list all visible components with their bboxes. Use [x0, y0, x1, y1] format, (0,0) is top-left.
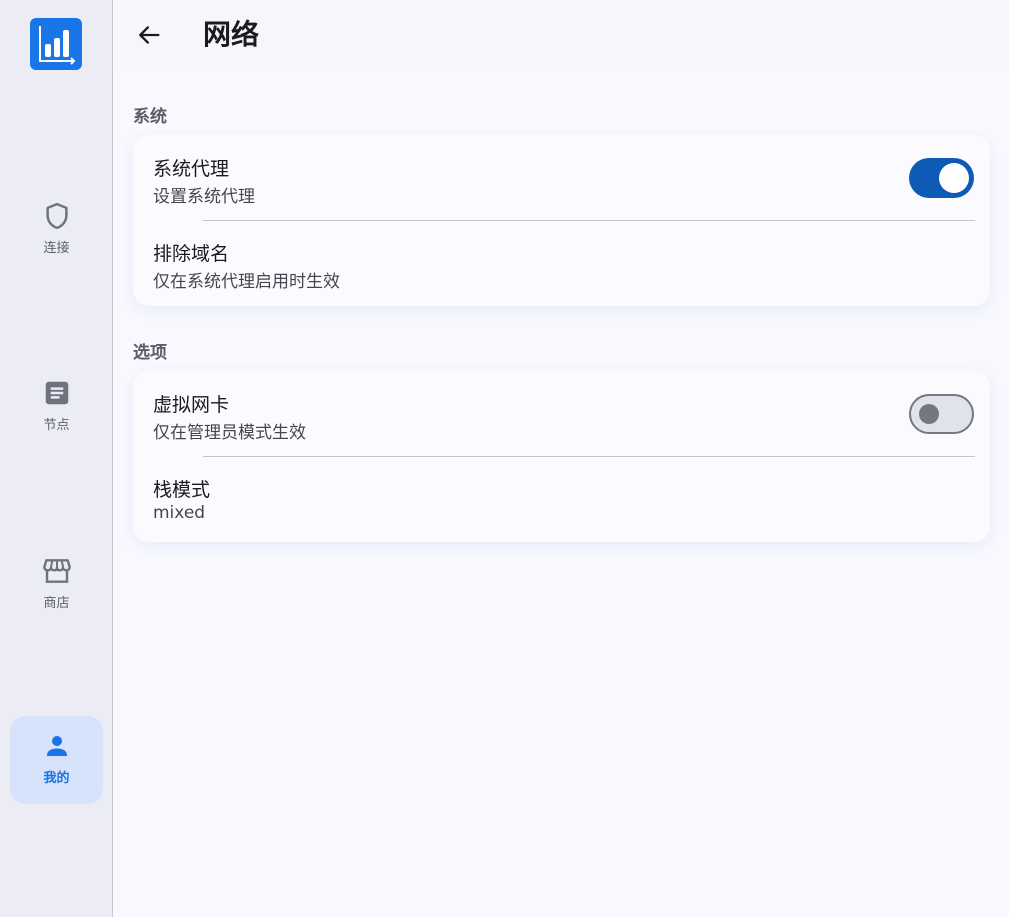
- store-icon: [40, 554, 74, 588]
- system-proxy-title: 系统代理: [153, 158, 230, 180]
- navigation-rail: 连接 节点 商店 我的: [0, 0, 113, 917]
- arrow-back-icon: [139, 26, 160, 44]
- page-title: 网络: [203, 18, 260, 51]
- section-title-system: 系统: [133, 107, 167, 127]
- system-proxy-subtitle: 设置系统代理: [153, 187, 255, 207]
- nav-label-connect: 连接: [43, 241, 70, 256]
- toggle-knob: [939, 163, 969, 193]
- exclude-domains-title: 排除域名: [153, 243, 230, 265]
- app-window: 连接 节点 商店 我的 网络 系统 系统代理 设置系统代理 排除域名 仅在系统代…: [0, 0, 1009, 917]
- person-icon: [40, 729, 74, 763]
- stack-mode-value: mixed: [153, 503, 206, 523]
- virtual-nic-subtitle: 仅在管理员模式生效: [153, 423, 306, 443]
- exclude-domains-subtitle: 仅在系统代理启用时生效: [153, 272, 340, 292]
- shield-icon: [40, 199, 74, 233]
- nav-label-store: 商店: [43, 596, 70, 611]
- bar-chart-logo-icon: [39, 26, 76, 65]
- system-proxy-row[interactable]: 系统代理 设置系统代理: [133, 135, 990, 220]
- toggle-knob: [919, 404, 939, 424]
- nav-item-mine[interactable]: 我的: [10, 716, 103, 804]
- nav-item-nodes[interactable]: 节点: [10, 363, 103, 451]
- nav-item-connect[interactable]: 连接: [10, 186, 103, 274]
- virtual-nic-toggle[interactable]: [909, 394, 974, 434]
- document-icon: [40, 376, 74, 410]
- virtual-nic-title: 虚拟网卡: [153, 394, 230, 416]
- system-settings-card: 系统代理 设置系统代理 排除域名 仅在系统代理启用时生效: [133, 135, 990, 306]
- stack-mode-row[interactable]: 栈模式 mixed: [133, 457, 990, 542]
- exclude-domains-row[interactable]: 排除域名 仅在系统代理启用时生效: [133, 221, 990, 306]
- back-button[interactable]: [131, 17, 167, 53]
- system-proxy-toggle[interactable]: [909, 158, 974, 198]
- stack-mode-title: 栈模式: [153, 479, 211, 501]
- virtual-nic-row[interactable]: 虚拟网卡 仅在管理员模式生效: [133, 371, 990, 456]
- section-title-options: 选项: [133, 343, 167, 363]
- nav-label-nodes: 节点: [43, 418, 70, 433]
- options-settings-card: 虚拟网卡 仅在管理员模式生效 栈模式 mixed: [133, 371, 990, 542]
- nav-item-store[interactable]: 商店: [10, 541, 103, 629]
- top-app-bar: 网络: [113, 0, 1009, 72]
- app-logo: [30, 18, 82, 70]
- nav-label-mine: 我的: [43, 771, 70, 786]
